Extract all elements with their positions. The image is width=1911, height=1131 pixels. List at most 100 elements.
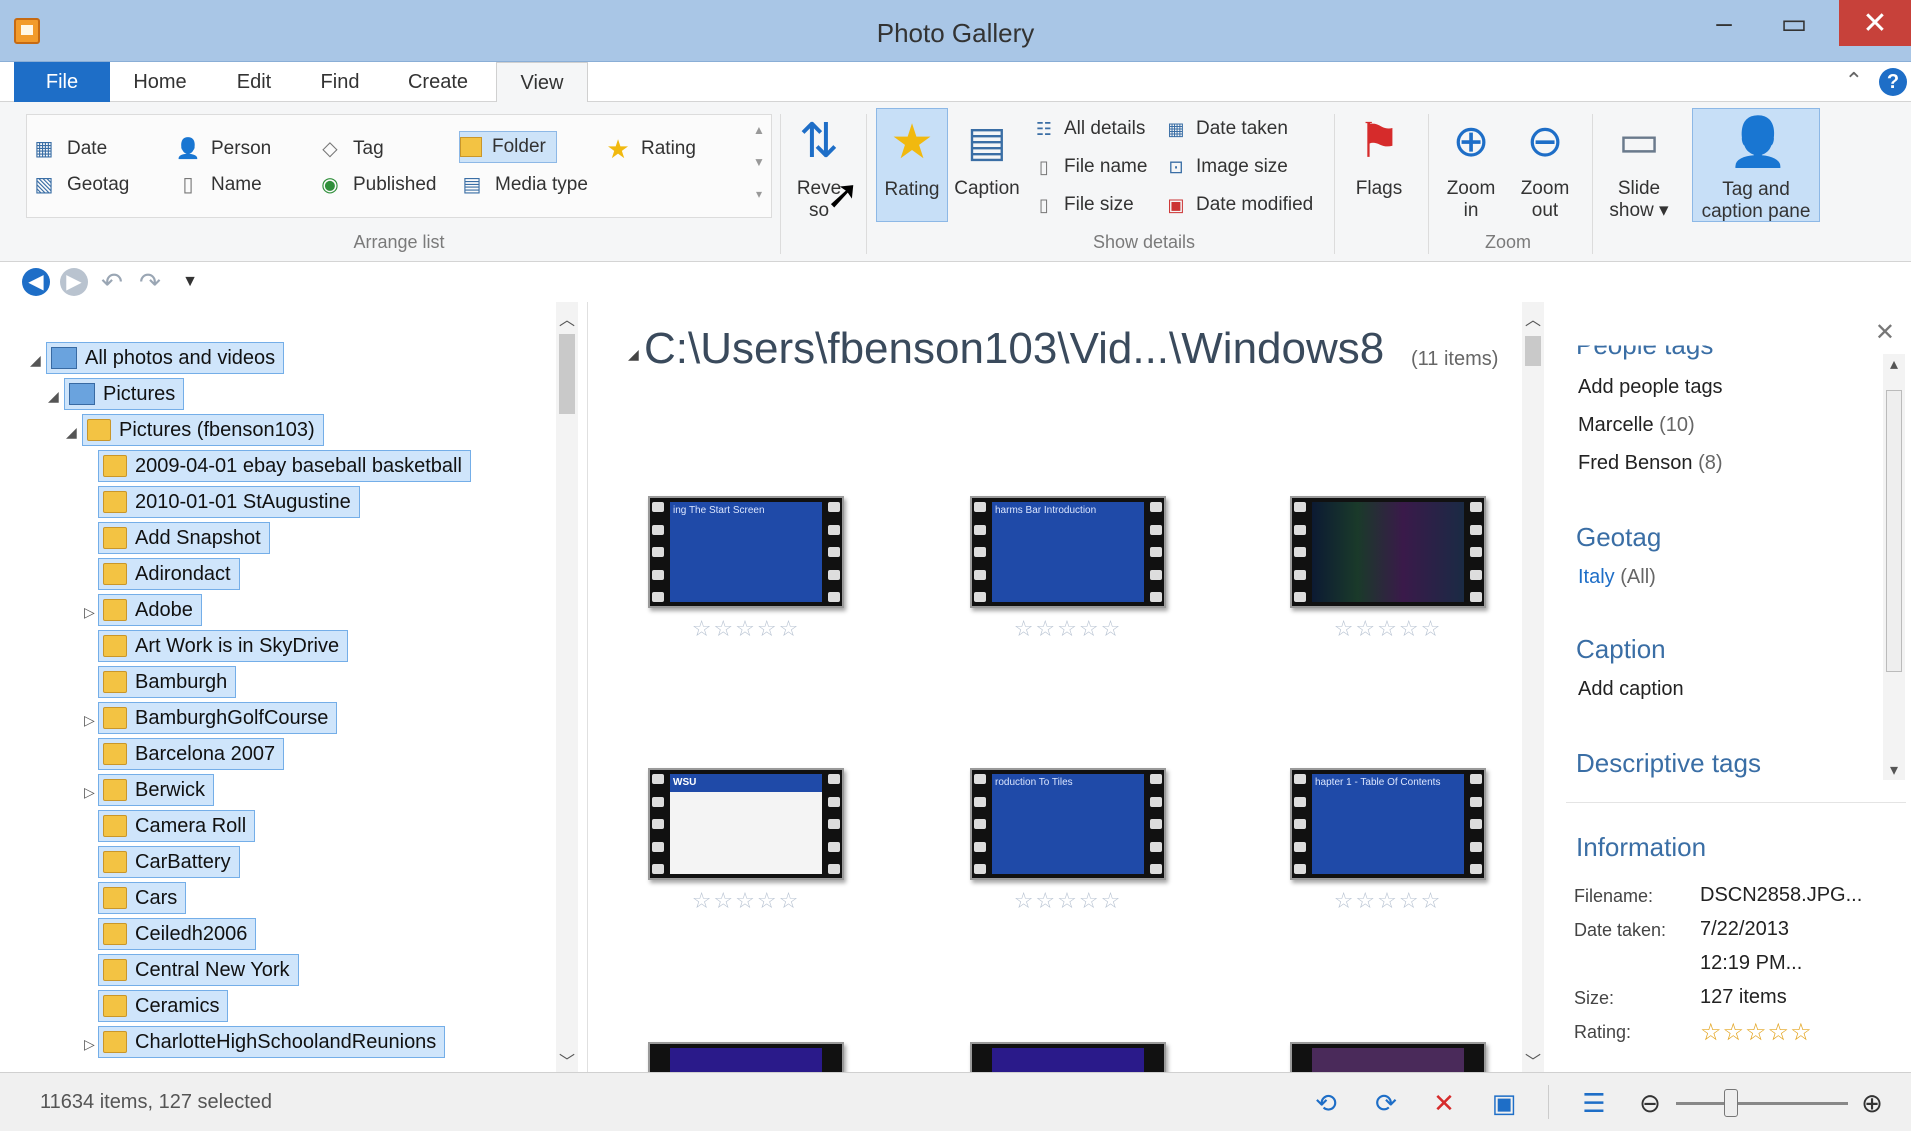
tree-folder[interactable]: Art Work is in SkyDrive: [98, 630, 349, 662]
arrange-name[interactable]: ▯ Name: [175, 169, 261, 201]
star-rating[interactable]: ☆☆☆☆☆: [970, 888, 1166, 914]
add-caption-link[interactable]: Add caption: [1578, 678, 1684, 701]
rotate-right-icon[interactable]: ⟳: [1370, 1087, 1402, 1119]
people-tag-item[interactable]: Fred Benson (8): [1578, 452, 1723, 475]
tree-folder[interactable]: Berwick: [98, 774, 215, 806]
time-taken-value[interactable]: 12:19 PM...: [1700, 952, 1802, 975]
scrollbar-thumb[interactable]: [1886, 390, 1902, 672]
star-rating[interactable]: ☆☆☆☆☆: [1290, 616, 1486, 642]
zoom-slider-thumb[interactable]: [1724, 1089, 1738, 1117]
tree-folder[interactable]: Ceiledh2006: [98, 918, 257, 950]
back-icon[interactable]: ◀: [22, 268, 50, 296]
redo-icon[interactable]: ↷: [136, 268, 164, 296]
collapse-arrow-icon[interactable]: ◢: [30, 352, 41, 369]
collapse-group-icon[interactable]: ◢: [628, 346, 639, 363]
tree-folder[interactable]: Camera Roll: [98, 810, 256, 842]
video-thumbnail-partial[interactable]: [648, 1042, 844, 1072]
zoom-slider-track[interactable]: [1676, 1102, 1848, 1105]
tree-item-user-pictures[interactable]: Pictures (fbenson103): [82, 414, 324, 446]
slide-show-button[interactable]: ▭ Slide show ▾: [1602, 108, 1676, 222]
tree-folder[interactable]: CharlotteHighSchoolandReunions: [98, 1026, 446, 1058]
customize-toolbar-icon[interactable]: ▼: [176, 268, 204, 296]
scroll-down-icon[interactable]: ▾: [1883, 760, 1905, 780]
zoom-in-small-icon[interactable]: ⊕: [1856, 1087, 1888, 1119]
arrange-gallery-scroll[interactable]: ▲ ▼ ▾: [748, 114, 770, 218]
star-rating[interactable]: ☆☆☆☆☆: [1290, 888, 1486, 914]
minimize-button[interactable]: –: [1695, 0, 1753, 46]
tree-folder[interactable]: Bamburgh: [98, 666, 237, 698]
tree-folder[interactable]: 2009-04-01 ebay baseball basketball: [98, 450, 471, 482]
expand-arrow-icon[interactable]: ▷: [84, 604, 95, 621]
file-size-option[interactable]: ▯ File size: [1032, 190, 1134, 220]
expand-arrow-icon[interactable]: ▷: [84, 712, 95, 729]
details-view-icon[interactable]: ☰: [1578, 1087, 1610, 1119]
video-thumbnail-partial[interactable]: [1290, 1042, 1486, 1072]
undo-icon[interactable]: ↶: [98, 268, 126, 296]
tree-folder[interactable]: Adirondact: [98, 558, 240, 590]
scroll-down-icon[interactable]: ﹀: [1522, 1048, 1544, 1072]
add-people-tags-link[interactable]: Add people tags: [1578, 376, 1723, 399]
video-thumbnail[interactable]: harms Bar Introduction ☆☆☆☆☆: [970, 496, 1166, 642]
video-thumbnail[interactable]: hapter 1 - Table Of Contents ☆☆☆☆☆: [1290, 768, 1486, 914]
caption-toggle-button[interactable]: ▤ Caption: [952, 108, 1022, 222]
tab-create[interactable]: Create: [392, 62, 484, 102]
scrollbar-thumb[interactable]: [1525, 336, 1541, 366]
arrange-geotag[interactable]: ▧ Geotag: [31, 169, 130, 201]
arrange-date[interactable]: ▦ Date: [31, 133, 108, 165]
play-slide-show-icon[interactable]: ▣: [1488, 1087, 1520, 1119]
arrange-published[interactable]: ◉ Published: [317, 169, 436, 201]
people-tag-item[interactable]: Marcelle (10): [1578, 414, 1695, 437]
date-modified-option[interactable]: ▣ Date modified: [1164, 190, 1313, 220]
collapse-arrow-icon[interactable]: ◢: [48, 388, 59, 405]
forward-icon[interactable]: ▶: [60, 268, 88, 296]
delete-icon[interactable]: ✕: [1428, 1087, 1460, 1119]
zoom-out-small-icon[interactable]: ⊖: [1634, 1087, 1666, 1119]
tree-folder[interactable]: Barcelona 2007: [98, 738, 285, 770]
tree-folder[interactable]: 2010-01-01 StAugustine: [98, 486, 360, 518]
tree-scrollbar[interactable]: ︿ ﹀: [556, 302, 578, 1072]
date-taken-option[interactable]: ▦ Date taken: [1164, 114, 1287, 144]
all-details-option[interactable]: ☷ All details: [1032, 114, 1145, 144]
tree-item-pictures[interactable]: Pictures: [64, 378, 185, 410]
tree-folder[interactable]: BamburghGolfCourse: [98, 702, 338, 734]
tree-folder[interactable]: Ceramics: [98, 990, 229, 1022]
tree-folder[interactable]: Cars: [98, 882, 187, 914]
expand-arrow-icon[interactable]: ▷: [84, 1036, 95, 1053]
video-thumbnail[interactable]: ☆☆☆☆☆: [1290, 496, 1486, 642]
tab-file[interactable]: File: [14, 62, 110, 102]
expand-arrow-icon[interactable]: ▷: [84, 784, 95, 801]
scrollbar-thumb[interactable]: [559, 334, 575, 414]
tab-view[interactable]: View: [496, 62, 588, 103]
scroll-up-icon[interactable]: ︿: [556, 306, 578, 330]
thumbnail-scrollbar[interactable]: ︿ ﹀: [1522, 302, 1544, 1072]
maximize-button[interactable]: ▭: [1765, 0, 1823, 46]
arrange-person[interactable]: 👤 Person: [175, 133, 272, 165]
image-size-option[interactable]: ⊡ Image size: [1164, 152, 1287, 182]
collapse-ribbon-icon[interactable]: ⌃: [1845, 68, 1863, 94]
close-button[interactable]: ✕: [1839, 0, 1911, 46]
zoom-out-button[interactable]: ⊖ Zoom out: [1510, 108, 1580, 222]
arrange-tag[interactable]: ◇ Tag: [317, 133, 383, 165]
star-rating[interactable]: ☆☆☆☆☆: [648, 888, 844, 914]
video-thumbnail[interactable]: WSU ☆☆☆☆☆: [648, 768, 844, 914]
collapse-arrow-icon[interactable]: ◢: [66, 424, 77, 441]
arrange-rating[interactable]: ★ Rating: [605, 133, 696, 165]
tree-folder[interactable]: Add Snapshot: [98, 522, 270, 554]
rating-toggle-button[interactable]: ★ Rating: [876, 108, 948, 222]
tree-folder[interactable]: Adobe: [98, 594, 202, 626]
tab-home[interactable]: Home: [116, 62, 204, 102]
tab-find[interactable]: Find: [300, 62, 380, 102]
scroll-up-icon[interactable]: ︿: [1522, 306, 1544, 330]
scroll-down-icon[interactable]: ﹀: [556, 1048, 578, 1072]
tree-folder[interactable]: Central New York: [98, 954, 299, 986]
rotate-left-icon[interactable]: ⟲: [1310, 1087, 1342, 1119]
star-rating[interactable]: ☆☆☆☆☆: [648, 616, 844, 642]
close-pane-icon[interactable]: ✕: [1875, 318, 1895, 347]
tab-edit[interactable]: Edit: [214, 62, 294, 102]
tree-item-all-photos[interactable]: All photos and videos: [46, 342, 285, 374]
video-thumbnail-partial[interactable]: [970, 1042, 1166, 1072]
tag-and-caption-pane-button[interactable]: 👤 Tag and caption pane: [1692, 108, 1820, 222]
date-taken-value[interactable]: 7/22/2013: [1700, 918, 1789, 941]
video-thumbnail[interactable]: roduction To Tiles ☆☆☆☆☆: [970, 768, 1166, 914]
flags-button[interactable]: ⚑ Flags: [1344, 108, 1414, 222]
